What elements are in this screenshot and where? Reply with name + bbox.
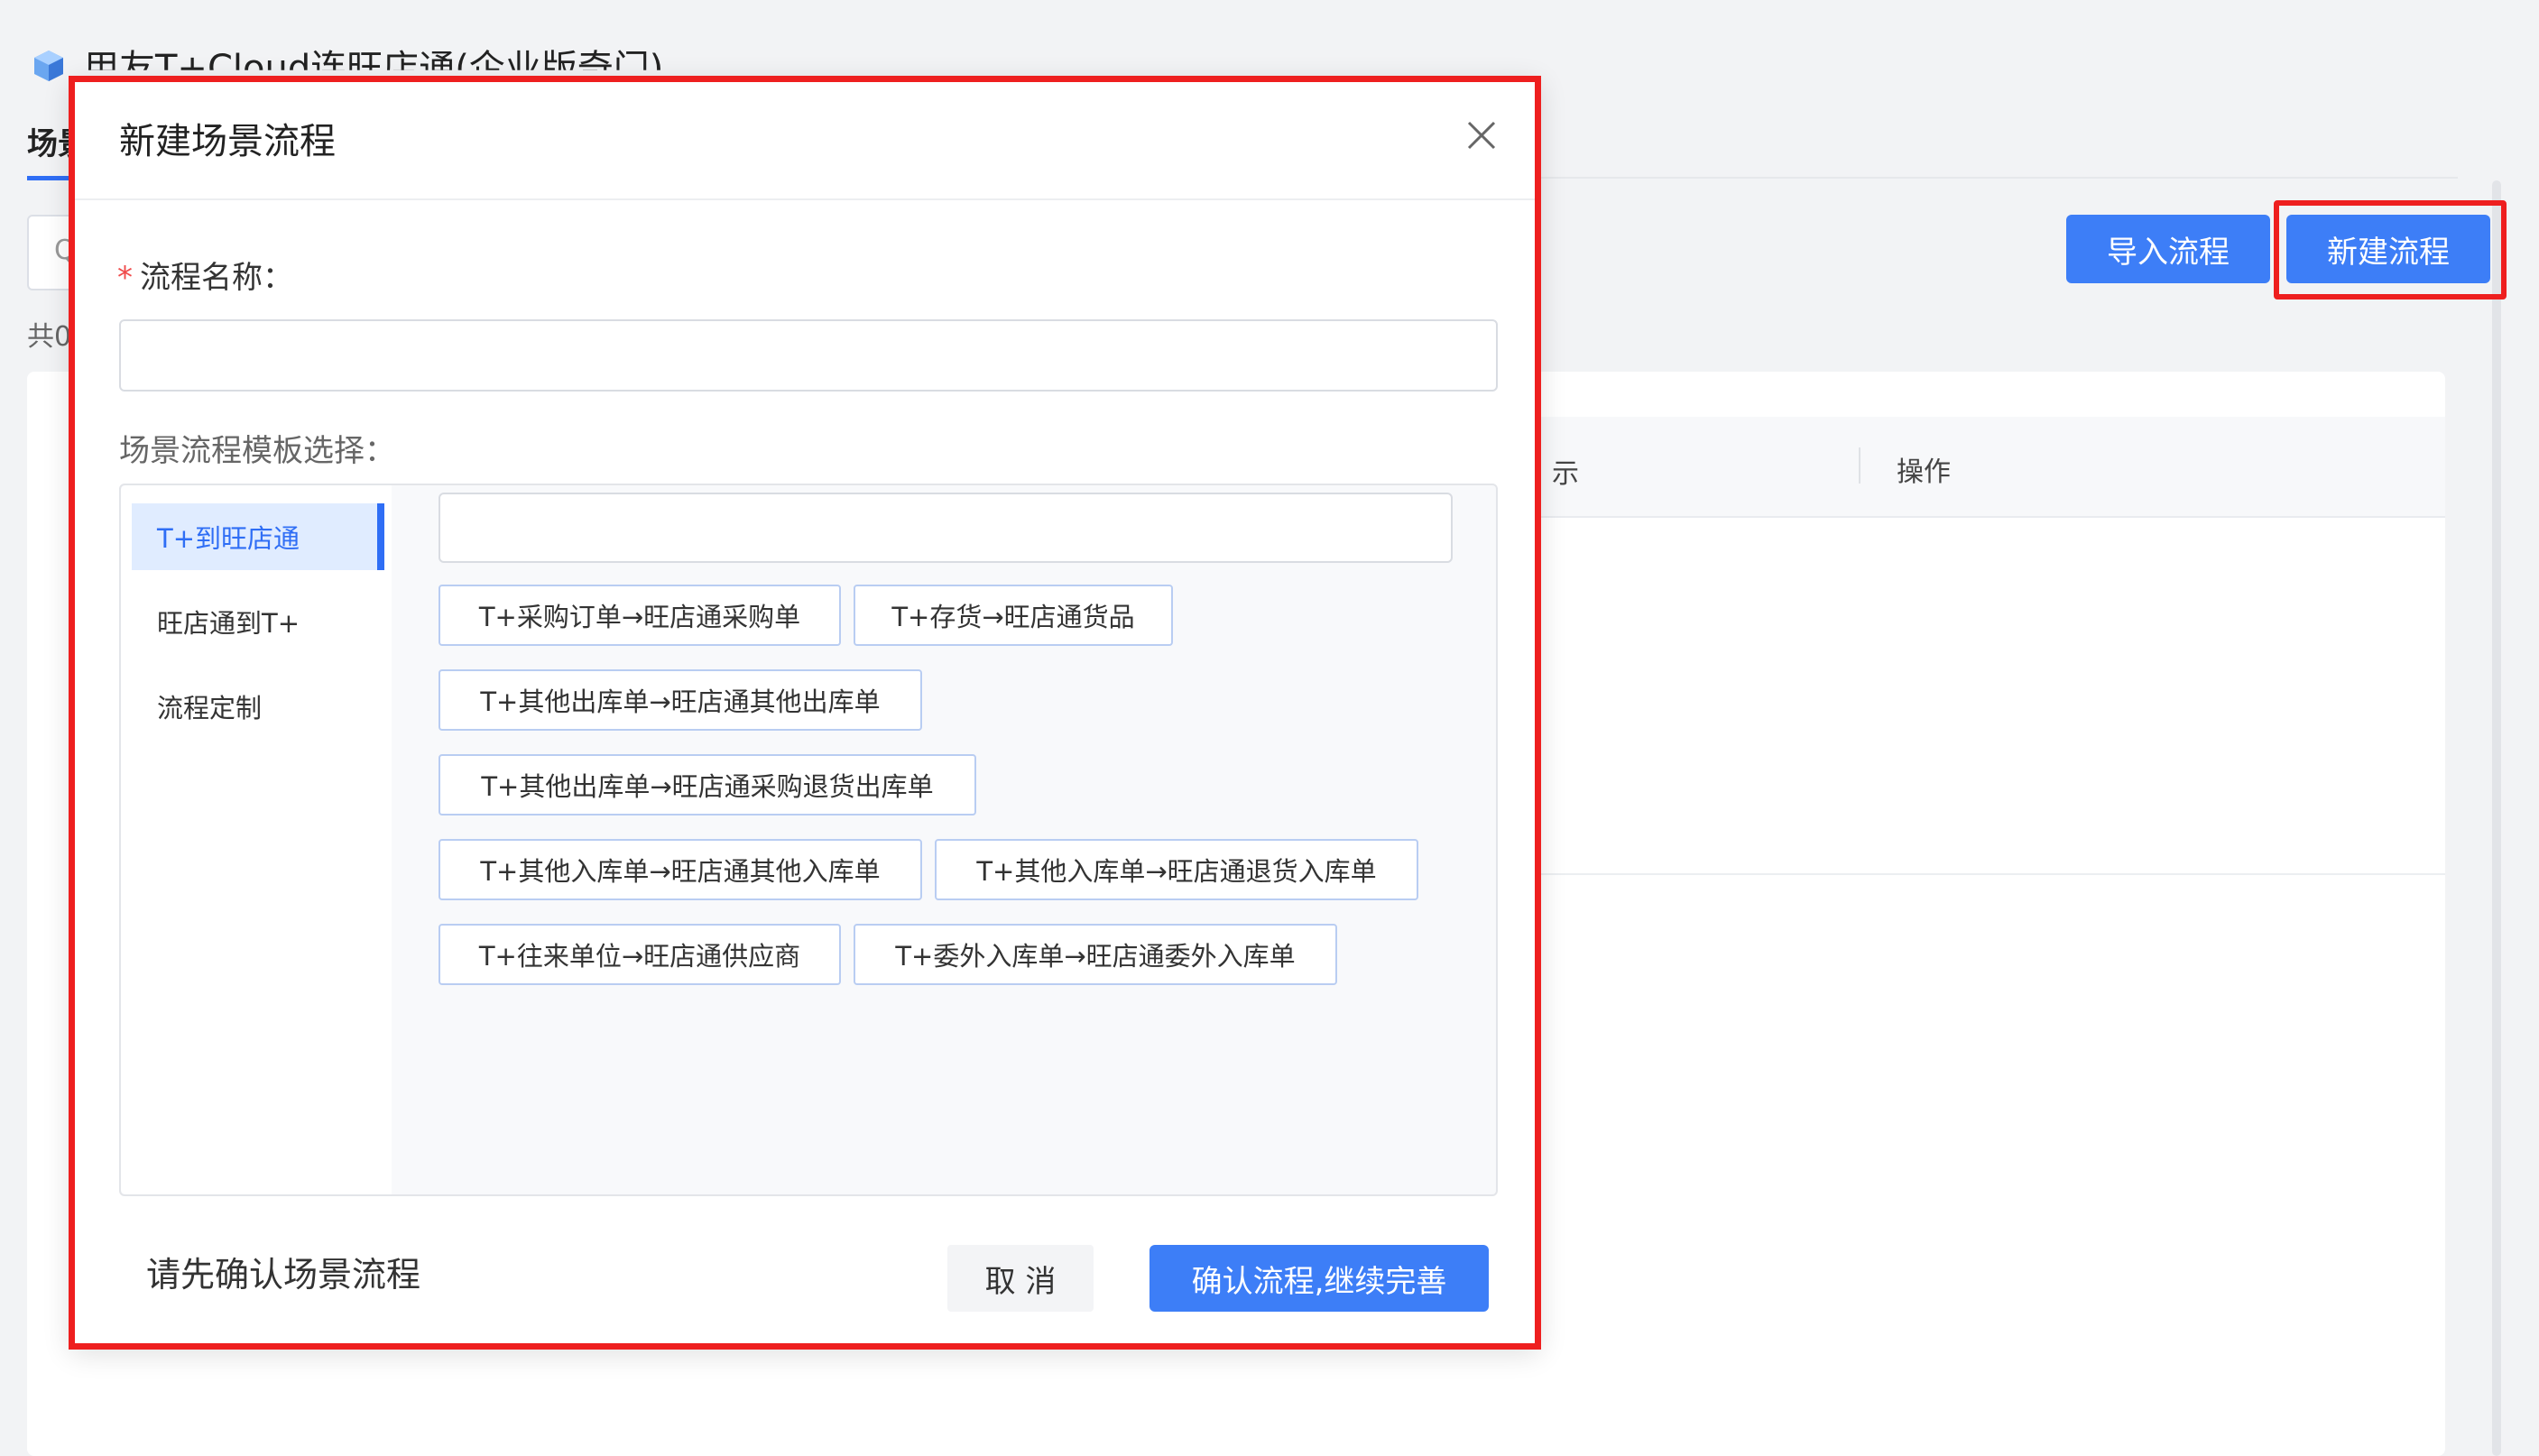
cancel-button[interactable]: 取 消 <box>947 1245 1094 1312</box>
template-chip[interactable]: T+采购订单→旺店通采购单 <box>439 585 841 646</box>
template-chip[interactable]: T+其他出库单→旺店通其他出库单 <box>439 669 922 731</box>
template-chip[interactable]: T+其他出库单→旺店通采购退货出库单 <box>439 754 976 816</box>
required-mark: * <box>117 260 133 296</box>
record-count: 共0 <box>27 321 72 353</box>
table-divider <box>1534 873 2445 875</box>
template-chip[interactable]: T+存货→旺店通货品 <box>854 585 1173 646</box>
close-icon[interactable] <box>1458 112 1505 159</box>
app-logo-icon <box>34 51 63 81</box>
flow-name-input[interactable] <box>119 319 1498 392</box>
confirm-flow-button[interactable]: 确认流程,继续完善 <box>1149 1245 1489 1312</box>
template-chip[interactable]: T+其他入库单→旺店通退货入库单 <box>935 839 1418 900</box>
new-flow-highlight <box>2274 200 2507 299</box>
template-chip[interactable]: T+其他入库单→旺店通其他入库单 <box>439 839 922 900</box>
table-header-operations: 操作 <box>1897 456 1951 488</box>
template-chip[interactable]: T+往来单位→旺店通供应商 <box>439 924 841 985</box>
category-wdt-to-t[interactable]: 旺店通到T+ <box>132 588 384 655</box>
template-section-label: 场景流程模板选择： <box>119 433 395 469</box>
page-scrollbar[interactable] <box>2492 180 2501 1456</box>
new-scene-flow-dialog: 新建场景流程 * 流程名称： 场景流程模板选择： T+到旺店通 旺店通到T+ 流程… <box>69 76 1541 1350</box>
template-search-input[interactable] <box>439 493 1453 563</box>
flow-name-label-text: 流程名称： <box>140 260 293 296</box>
template-selector: T+到旺店通 旺店通到T+ 流程定制 T+采购订单→旺店通采购单 T+存货→旺店… <box>119 484 1498 1196</box>
table-header-partial: 示 <box>1552 458 1579 490</box>
import-flow-button[interactable]: 导入流程 <box>2066 215 2270 283</box>
flow-name-label: * 流程名称： <box>117 253 293 297</box>
table-header-divider <box>1859 447 1860 484</box>
template-category-list: T+到旺店通 旺店通到T+ 流程定制 <box>121 485 392 1194</box>
category-t-to-wdt[interactable]: T+到旺店通 <box>132 503 384 570</box>
category-custom-flow[interactable]: 流程定制 <box>132 673 384 740</box>
template-chip[interactable]: T+委外入库单→旺店通委外入库单 <box>854 924 1337 985</box>
table-header: 示 操作 <box>1534 417 2445 518</box>
dialog-header: 新建场景流程 <box>69 76 1541 200</box>
footer-hint: 请先确认场景流程 <box>146 1255 421 1295</box>
dialog-title: 新建场景流程 <box>119 121 336 162</box>
